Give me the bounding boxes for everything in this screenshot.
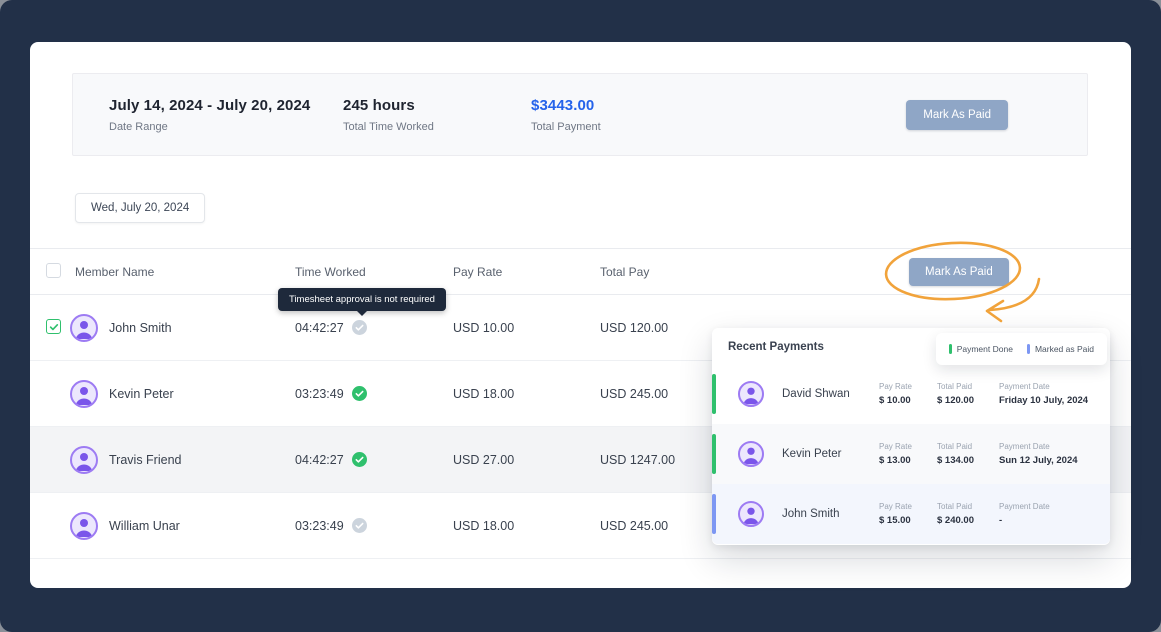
approval-status-icon[interactable]: [352, 386, 367, 401]
approval-tooltip: Timesheet approval is not required: [278, 288, 446, 311]
avatar: [70, 314, 98, 342]
approval-status-icon[interactable]: [352, 452, 367, 467]
timesheet-page: July 14, 2024 - July 20, 2024 Date Range…: [30, 42, 1131, 588]
column-header-total: Total Pay: [600, 265, 838, 279]
pay-rate: USD 10.00: [453, 321, 600, 335]
summary-card: July 14, 2024 - July 20, 2024 Date Range…: [72, 73, 1088, 156]
avatar: [738, 381, 764, 407]
date-range-value: July 14, 2024 - July 20, 2024: [109, 97, 343, 114]
payment-member-name: John Smith: [782, 508, 879, 520]
payment-total-paid: Total Paid $ 134.00: [937, 442, 999, 466]
avatar: [70, 512, 98, 540]
table-header-row: Member Name Time Worked Pay Rate Total P…: [30, 248, 1131, 295]
select-all-checkbox[interactable]: [46, 263, 61, 278]
column-header-rate: Pay Rate: [453, 265, 600, 279]
pay-rate: USD 27.00: [453, 453, 600, 467]
row-checkbox[interactable]: [46, 319, 61, 334]
payment-done-color-icon: [949, 344, 952, 354]
payment-member-name: David Shwan: [782, 388, 879, 400]
avatar: [738, 441, 764, 467]
approval-status-icon[interactable]: [352, 518, 367, 533]
legend-item-payment-done: Payment Done: [949, 344, 1013, 354]
payment-pay-rate: Pay Rate $ 13.00: [879, 442, 937, 466]
member-name: John Smith: [109, 321, 172, 335]
avatar: [70, 380, 98, 408]
date-range-label: Date Range: [109, 121, 343, 133]
payment-date: Payment Date Friday 10 July, 2024: [999, 382, 1110, 406]
legend-label: Payment Done: [957, 344, 1013, 354]
approval-status-icon[interactable]: [352, 320, 367, 335]
payment-pay-rate: Pay Rate $ 15.00: [879, 502, 937, 526]
total-time-value: 245 hours: [343, 97, 531, 114]
date-filter-chip[interactable]: Wed, July 20, 2024: [75, 193, 205, 223]
payment-total-paid: Total Paid $ 240.00: [937, 502, 999, 526]
avatar: [70, 446, 98, 474]
mark-as-paid-button-table[interactable]: Mark As Paid: [909, 258, 1009, 286]
marked-as-paid-color-icon: [1027, 344, 1030, 354]
total-time-label: Total Time Worked: [343, 121, 531, 133]
legend-item-marked-as-paid: Marked as Paid: [1027, 344, 1094, 354]
total-payment-value: $3443.00: [531, 97, 906, 114]
metric-date-range: July 14, 2024 - July 20, 2024 Date Range: [109, 97, 343, 133]
pay-rate: USD 18.00: [453, 519, 600, 533]
metric-total-payment: $3443.00 Total Payment: [531, 97, 906, 133]
metric-total-time: 245 hours Total Time Worked: [343, 97, 531, 133]
payment-pay-rate: Pay Rate $ 10.00: [879, 382, 937, 406]
member-name: Travis Friend: [109, 453, 181, 467]
payments-legend: Payment Done Marked as Paid: [936, 333, 1107, 365]
mark-as-paid-button-summary[interactable]: Mark As Paid: [906, 100, 1008, 130]
member-name: Kevin Peter: [109, 387, 174, 401]
time-worked: 04:42:27: [295, 321, 344, 335]
time-worked: 03:23:49: [295, 387, 344, 401]
time-worked: 03:23:49: [295, 519, 344, 533]
time-worked: 04:42:27: [295, 453, 344, 467]
payment-date: Payment Date Sun 12 July, 2024: [999, 442, 1110, 466]
recent-payments-card: Recent Payments Payment Done Marked as P…: [712, 328, 1110, 545]
payment-row: Kevin Peter Pay Rate $ 13.00 Total Paid …: [712, 424, 1110, 484]
member-name: William Unar: [109, 519, 180, 533]
payment-row: David Shwan Pay Rate $ 10.00 Total Paid …: [712, 364, 1110, 424]
payment-total-paid: Total Paid $ 120.00: [937, 382, 999, 406]
payment-member-name: Kevin Peter: [782, 448, 879, 460]
column-header-member: Member Name: [70, 265, 295, 279]
check-icon: [49, 322, 59, 332]
window-frame: July 14, 2024 - July 20, 2024 Date Range…: [0, 0, 1161, 632]
pay-rate: USD 18.00: [453, 387, 600, 401]
payment-date: Payment Date -: [999, 502, 1110, 526]
column-header-time: Time Worked: [295, 265, 453, 279]
legend-label: Marked as Paid: [1035, 344, 1094, 354]
payment-row: John Smith Pay Rate $ 15.00 Total Paid $…: [712, 484, 1110, 544]
avatar: [738, 501, 764, 527]
recent-payments-title: Recent Payments: [728, 341, 824, 353]
total-payment-label: Total Payment: [531, 121, 906, 133]
